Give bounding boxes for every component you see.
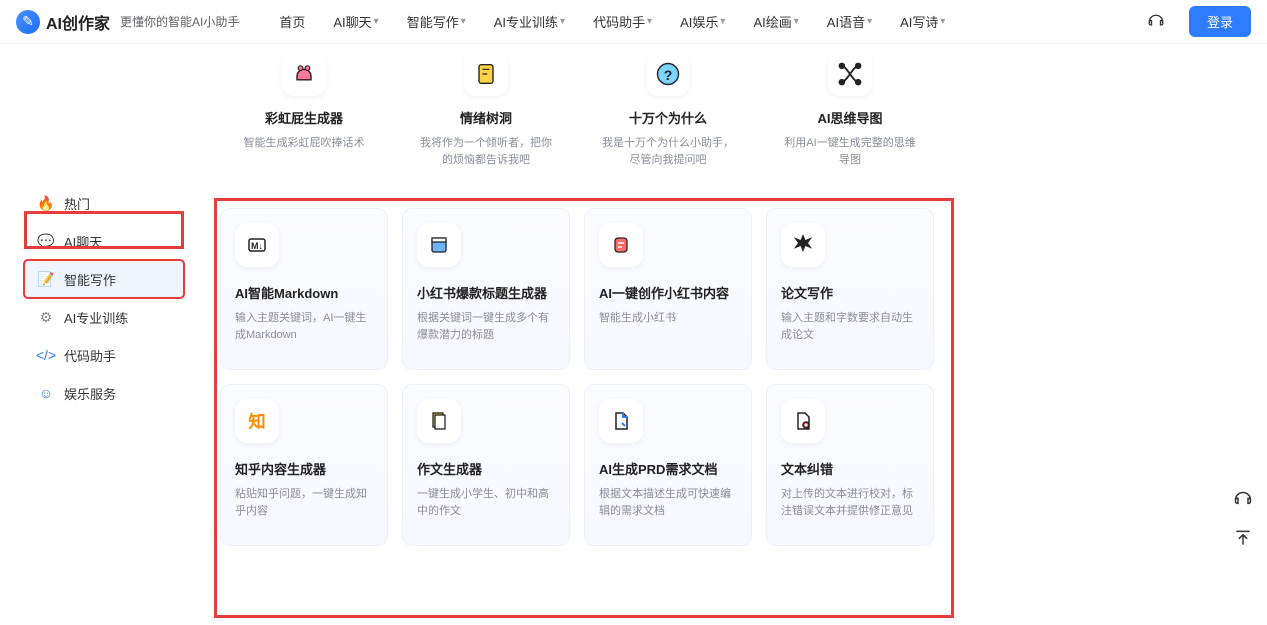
header: ✎ AI创作家 更懂你的智能AI小助手 首页 AI聊天▾ 智能写作▾ AI专业训练▾ 代… [0, 0, 1267, 44]
card-desc: 输入主题关键词，AI一键生成Markdown [235, 310, 373, 343]
sidebar-label: 智能写作 [64, 270, 116, 289]
card-title: AI生成PRD需求文档 [599, 459, 737, 478]
support-icon[interactable] [1147, 13, 1165, 31]
logo-icon: ✎ [16, 10, 40, 34]
nav-AI娱乐[interactable]: AI娱乐▾ [680, 12, 725, 31]
svg-text:知: 知 [247, 412, 265, 432]
card-知乎内容生成器[interactable]: 知知乎内容生成器粘贴知乎问题，一键生成知乎内容 [220, 384, 388, 546]
nav: 首页 AI聊天▾ 智能写作▾ AI专业训练▾ 代码助手▾ AI娱乐▾ AI绘画▾ AI语音▾ A… [279, 12, 1147, 31]
card-title: AI思维导图 [780, 108, 920, 127]
card-desc: 对上传的文本进行校对，标注错误文本并提供修正意见 [781, 486, 919, 519]
chevron-down-icon: ▾ [374, 16, 379, 27]
brand-name: AI创作家 [46, 10, 110, 34]
nav-AI专业训练[interactable]: AI专业训练▾ [494, 12, 565, 31]
card-desc: 根据文本描述生成可快速编辑的需求文档 [599, 486, 737, 519]
login-button[interactable]: 登录 [1189, 6, 1251, 37]
back-to-top-icon[interactable] [1233, 528, 1253, 548]
sidebar: 🔥 热门 💬 AI聊天 📝 智能写作 ⚙ AI专业训练 </> 代码助手 ☺ 娱乐服务 [0, 44, 220, 625]
nav-智能写作[interactable]: 智能写作▾ [407, 12, 466, 31]
card-AI生成PRD需求文档[interactable]: AI生成PRD需求文档根据文本描述生成可快速编辑的需求文档 [584, 384, 752, 546]
card-icon: 知 [235, 399, 279, 443]
nav-代码助手[interactable]: 代码助手▾ [593, 12, 652, 31]
sidebar-label: AI专业训练 [64, 308, 128, 327]
sidebar-icon: 📝 [38, 271, 54, 287]
nav-AI聊天[interactable]: AI聊天▾ [333, 12, 378, 31]
chevron-down-icon: ▾ [940, 16, 945, 27]
svg-text:M↓: M↓ [251, 241, 263, 251]
card-title: 小红书爆款标题生成器 [417, 283, 555, 302]
card-小红书爆款标题生成器[interactable]: 小红书爆款标题生成器根据关键词一键生成多个有爆款潜力的标题 [402, 208, 570, 370]
card-文本纠错[interactable]: 文本纠错对上传的文本进行校对，标注错误文本并提供修正意见 [766, 384, 934, 546]
card-icon: ? [646, 52, 690, 96]
card-desc: 我将作为一个倾听者，把你的烦恼都告诉我吧 [416, 135, 556, 168]
card-icon [599, 399, 643, 443]
card-icon [464, 52, 508, 96]
card-AI一键创作小红书内容[interactable]: AI一键创作小红书内容智能生成小红书 [584, 208, 752, 370]
card-desc: 输入主题和字数要求自动生成论文 [781, 310, 919, 343]
sidebar-icon: ☺ [38, 385, 54, 401]
card-title: 情绪树洞 [416, 108, 556, 127]
card-icon: M↓ [235, 223, 279, 267]
top-card-十万个为什么[interactable]: ? 十万个为什么我是十万个为什么小助手，尽管向我提问吧 [584, 52, 752, 178]
sidebar-icon: 🔥 [38, 195, 54, 211]
sidebar-item-热门[interactable]: 🔥 热门 [24, 184, 184, 222]
card-icon [828, 52, 872, 96]
card-icon [781, 223, 825, 267]
card-desc: 粘贴知乎问题，一键生成知乎内容 [235, 486, 373, 519]
card-title: 论文写作 [781, 283, 919, 302]
chevron-down-icon: ▾ [560, 16, 565, 27]
card-title: AI智能Markdown [235, 283, 373, 302]
top-card-彩虹屁生成器[interactable]: 彩虹屁生成器智能生成彩虹屁吹捧话术 [220, 52, 388, 178]
top-card-AI思维导图[interactable]: AI思维导图利用AI一键生成完整的思维导图 [766, 52, 934, 178]
card-desc: 智能生成小红书 [599, 310, 737, 327]
slogan: 更懂你的智能AI小助手 [120, 13, 239, 30]
card-作文生成器[interactable]: 作文生成器一键生成小学生、初中和高中的作文 [402, 384, 570, 546]
sidebar-label: AI聊天 [64, 232, 102, 251]
sidebar-label: 娱乐服务 [64, 384, 116, 403]
card-icon [282, 52, 326, 96]
sidebar-icon: ⚙ [38, 309, 54, 325]
card-icon [417, 399, 461, 443]
card-title: 彩虹屁生成器 [234, 108, 374, 127]
card-AI智能Markdown[interactable]: M↓ AI智能Markdown 输入主题关键词，AI一键生成Markdown [220, 208, 388, 370]
sidebar-item-AI聊天[interactable]: 💬 AI聊天 [24, 222, 184, 260]
nav-AI写诗[interactable]: AI写诗▾ [900, 12, 945, 31]
nav-AI绘画[interactable]: AI绘画▾ [753, 12, 798, 31]
chevron-down-icon: ▾ [461, 16, 466, 27]
sidebar-item-智能写作[interactable]: 📝 智能写作 [24, 260, 184, 298]
support-float-icon[interactable] [1233, 490, 1253, 510]
card-icon [417, 223, 461, 267]
top-card-情绪树洞[interactable]: 情绪树洞我将作为一个倾听者，把你的烦恼都告诉我吧 [402, 52, 570, 178]
sidebar-item-娱乐服务[interactable]: ☺ 娱乐服务 [24, 374, 184, 412]
chevron-down-icon: ▾ [867, 16, 872, 27]
card-title: 知乎内容生成器 [235, 459, 373, 478]
chevron-down-icon: ▾ [720, 16, 725, 27]
main: 彩虹屁生成器智能生成彩虹屁吹捧话术情绪树洞我将作为一个倾听者，把你的烦恼都告诉我… [220, 44, 1267, 625]
sidebar-label: 热门 [64, 194, 90, 213]
card-desc: 我是十万个为什么小助手，尽管向我提问吧 [598, 135, 738, 168]
card-论文写作[interactable]: 论文写作输入主题和字数要求自动生成论文 [766, 208, 934, 370]
card-desc: 利用AI一键生成完整的思维导图 [780, 135, 920, 168]
sidebar-icon: </> [38, 347, 54, 363]
card-title: 文本纠错 [781, 459, 919, 478]
card-icon [599, 223, 643, 267]
card-desc: 根据关键词一键生成多个有爆款潜力的标题 [417, 310, 555, 343]
card-title: AI一键创作小红书内容 [599, 283, 737, 302]
card-title: 十万个为什么 [598, 108, 738, 127]
sidebar-item-代码助手[interactable]: </> 代码助手 [24, 336, 184, 374]
float-actions [1233, 490, 1253, 548]
nav-首页[interactable]: 首页 [279, 12, 305, 31]
sidebar-icon: 💬 [38, 233, 54, 249]
card-title: 作文生成器 [417, 459, 555, 478]
sidebar-label: 代码助手 [64, 346, 116, 365]
card-icon [781, 399, 825, 443]
chevron-down-icon: ▾ [794, 16, 799, 27]
nav-AI语音[interactable]: AI语音▾ [827, 12, 872, 31]
card-desc: 一键生成小学生、初中和高中的作文 [417, 486, 555, 519]
svg-text:?: ? [664, 67, 673, 83]
logo[interactable]: ✎ AI创作家 [16, 10, 110, 34]
card-desc: 智能生成彩虹屁吹捧话术 [234, 135, 374, 152]
chevron-down-icon: ▾ [647, 16, 652, 27]
sidebar-item-AI专业训练[interactable]: ⚙ AI专业训练 [24, 298, 184, 336]
